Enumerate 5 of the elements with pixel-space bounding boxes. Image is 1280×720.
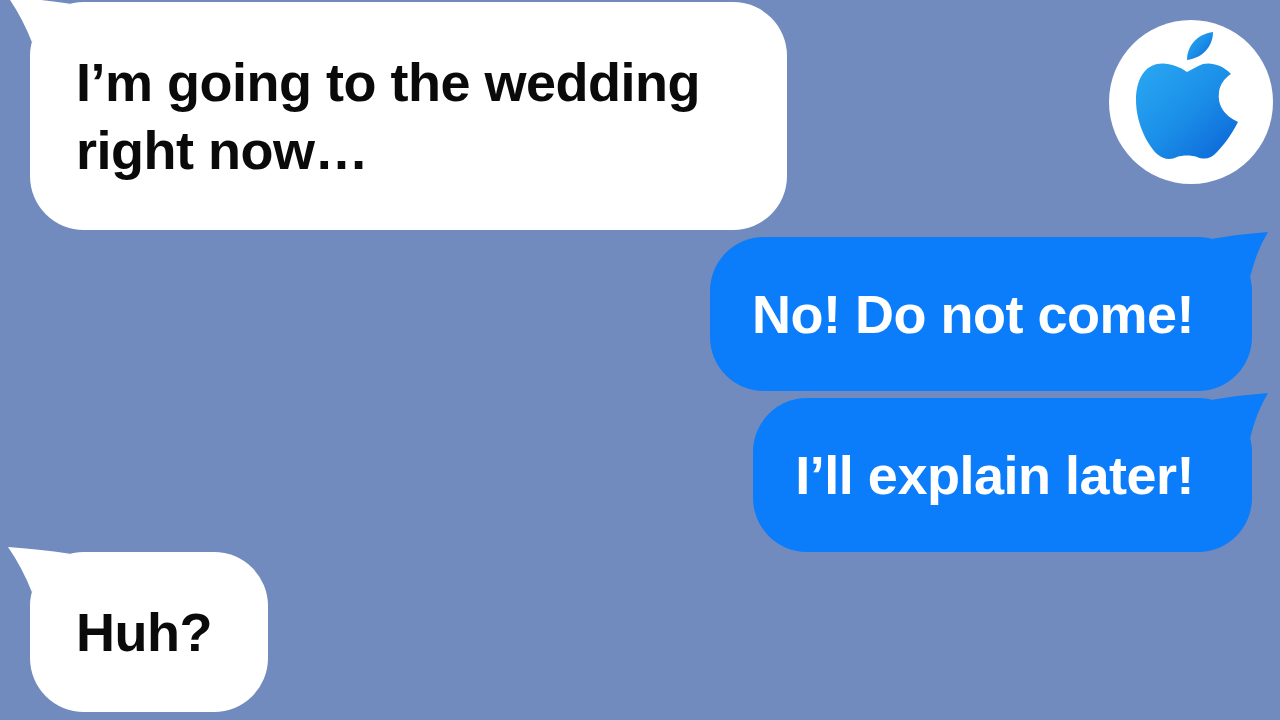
message-text: I’ll explain later!: [795, 444, 1194, 507]
message-text: No! Do not come!: [752, 283, 1194, 346]
message-text: I’m going to the wedding right now…: [76, 51, 701, 182]
apple-icon: [1109, 20, 1273, 184]
message-text: Huh?: [76, 601, 212, 664]
